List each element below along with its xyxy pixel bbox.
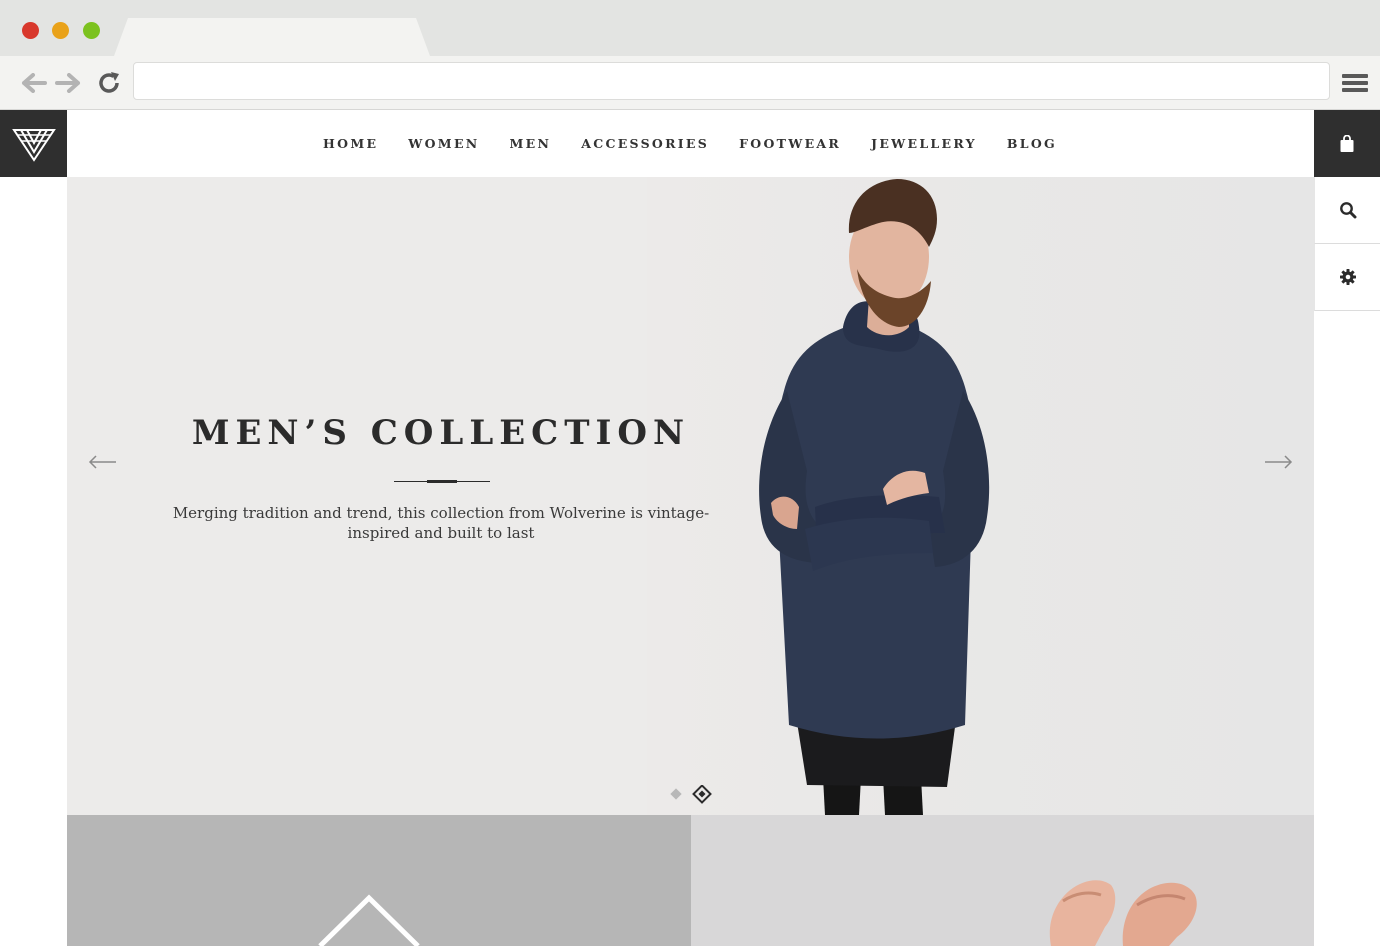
arrow-right-icon xyxy=(1265,455,1293,469)
hamburger-menu-icon xyxy=(1342,74,1368,92)
hero-description: Merging tradition and trend, this collec… xyxy=(172,504,710,542)
main-navigation: HOME WOMEN MEN ACCESSORIES FOOTWEAR JEWE… xyxy=(0,110,1380,177)
browser-tab-bar xyxy=(0,0,1380,56)
reload-button[interactable] xyxy=(96,70,122,96)
arrow-right-icon xyxy=(55,73,80,93)
slider-next-button[interactable] xyxy=(1263,452,1293,472)
side-action-panel xyxy=(1314,110,1380,313)
forward-button[interactable] xyxy=(55,70,81,96)
settings-button[interactable] xyxy=(1314,244,1380,311)
address-bar[interactable] xyxy=(133,62,1330,100)
nav-item-women[interactable]: WOMEN xyxy=(408,136,479,151)
nav-item-blog[interactable]: BLOG xyxy=(1007,136,1057,151)
slider-pagination xyxy=(667,784,717,805)
nav-item-footwear[interactable]: FOOTWEAR xyxy=(739,136,841,151)
hero-model-photo xyxy=(647,177,1314,815)
model-illustration xyxy=(759,179,990,815)
hero-slider: MEN’S COLLECTION Merging tradition and t… xyxy=(67,177,1314,815)
arrow-left-icon xyxy=(22,73,47,93)
cart-button[interactable] xyxy=(1314,110,1380,177)
arrow-left-icon xyxy=(88,455,116,469)
browser-tab[interactable] xyxy=(114,18,430,56)
category-tile-left[interactable] xyxy=(67,815,691,946)
search-button[interactable] xyxy=(1314,177,1380,244)
nav-item-accessories[interactable]: ACCESSORIES xyxy=(581,136,709,151)
browser-menu-button[interactable] xyxy=(1341,70,1369,96)
gear-icon xyxy=(1339,269,1356,285)
site-header: HOME WOMEN MEN ACCESSORIES FOOTWEAR JEWE… xyxy=(0,110,1380,177)
slide-dot-1[interactable] xyxy=(670,788,682,800)
slider-prev-button[interactable] xyxy=(88,452,118,472)
nav-item-jewellery[interactable]: JEWELLERY xyxy=(871,136,977,151)
search-icon xyxy=(1339,202,1356,219)
hero-divider-accent xyxy=(427,480,457,483)
category-tile-right[interactable] xyxy=(691,815,1314,946)
hero-title: MEN’S COLLECTION xyxy=(191,413,691,453)
nav-item-men[interactable]: MEN xyxy=(510,136,552,151)
slide-dot-2-active[interactable] xyxy=(692,784,712,804)
reload-icon xyxy=(99,72,119,93)
maximize-window-button[interactable] xyxy=(83,22,100,39)
shoes-photo xyxy=(1049,880,1197,946)
minimize-window-button[interactable] xyxy=(52,22,69,39)
nav-item-home[interactable]: HOME xyxy=(323,136,378,151)
diamond-outline-icon xyxy=(318,894,420,946)
close-window-button[interactable] xyxy=(22,22,39,39)
shopping-bag-icon xyxy=(1340,134,1354,152)
back-button[interactable] xyxy=(21,70,47,96)
browser-toolbar xyxy=(0,56,1380,110)
